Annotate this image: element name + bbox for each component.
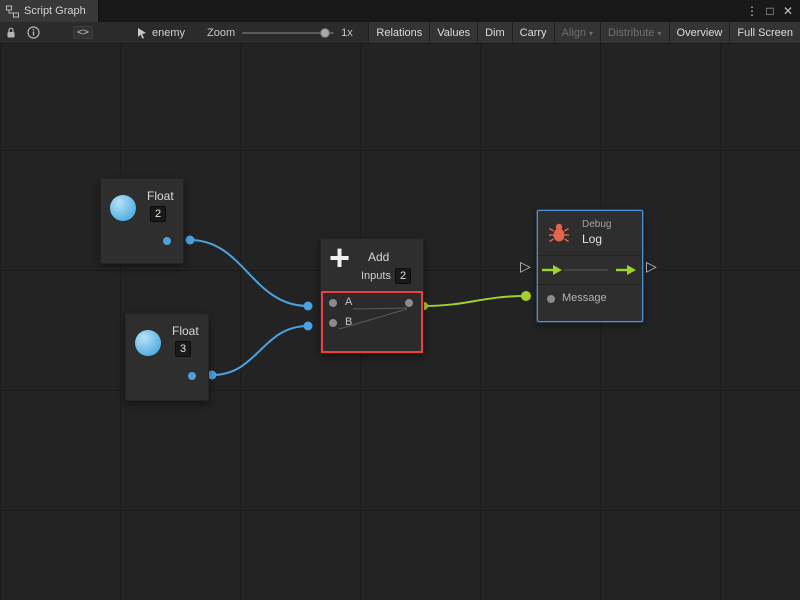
- close-icon[interactable]: ✕: [780, 4, 796, 18]
- add-input-b-port[interactable]: [329, 319, 337, 327]
- align-button-label: Align: [562, 27, 586, 39]
- debug-node-header: Debug Log: [538, 211, 642, 255]
- graph-canvas[interactable]: Float 2 Float 3 + Add Inputs 2 A: [0, 44, 800, 600]
- message-input-port[interactable]: [547, 295, 555, 303]
- flow-output-stub-icon[interactable]: ▷: [646, 258, 657, 274]
- chevron-down-icon: ▾: [589, 29, 593, 38]
- inputs-label: Inputs: [361, 270, 391, 282]
- carry-button-label: Carry: [520, 27, 547, 39]
- distribute-button-label: Distribute: [608, 27, 654, 39]
- zoom-slider-knob[interactable]: [320, 28, 330, 38]
- flow-input-port: [542, 265, 562, 275]
- port-row-a: A: [323, 293, 421, 313]
- lock-icon[interactable]: [0, 22, 22, 43]
- values-button-label: Values: [437, 27, 470, 39]
- fullscreen-button[interactable]: Full Screen: [729, 22, 800, 43]
- debug-log-node[interactable]: Debug Log Message: [537, 210, 643, 322]
- overview-button-label: Overview: [677, 27, 723, 39]
- wire-endpoint-dot: [304, 302, 313, 311]
- tab-title: Script Graph: [24, 5, 86, 17]
- float-output-port[interactable]: [188, 372, 196, 380]
- code-view-icon[interactable]: <>: [72, 22, 94, 43]
- window-controls: ⋮ □ ✕: [744, 0, 800, 22]
- wire-float2-to-add-a[interactable]: [190, 240, 308, 306]
- float-type-icon: [135, 330, 161, 356]
- carry-button[interactable]: Carry: [512, 22, 554, 43]
- port-row-b: B: [323, 313, 421, 333]
- node-category: Debug: [582, 219, 611, 230]
- overview-button[interactable]: Overview: [669, 22, 730, 43]
- float-value-field[interactable]: 3: [175, 341, 191, 357]
- pointer-icon: [136, 27, 148, 39]
- maximize-icon[interactable]: □: [762, 4, 778, 18]
- dim-button-label: Dim: [485, 27, 505, 39]
- title-bar: Script Graph ⋮ □ ✕: [0, 0, 800, 22]
- add-node[interactable]: + Add Inputs 2 A B: [320, 238, 424, 354]
- port-b-label: B: [345, 316, 352, 328]
- zoom-slider[interactable]: [242, 26, 334, 40]
- flow-ports-row: [538, 255, 642, 285]
- zoom-value: 1x: [341, 27, 353, 39]
- node-title: Add: [368, 250, 389, 264]
- wire-endpoint-dot: [521, 291, 531, 301]
- message-port-row: Message: [538, 285, 642, 319]
- relations-button-label: Relations: [376, 27, 422, 39]
- plus-icon: +: [329, 237, 350, 279]
- node-title: Float: [147, 189, 174, 203]
- kebab-menu-icon[interactable]: ⋮: [744, 4, 760, 18]
- zoom-group: Zoom 1x: [207, 22, 353, 43]
- node-title: Float: [172, 324, 199, 338]
- flow-output-port: [616, 265, 636, 275]
- align-button[interactable]: Align ▾: [554, 22, 600, 43]
- values-button[interactable]: Values: [429, 22, 477, 43]
- toolbar-buttons: Relations Values Dim Carry Align ▾ Distr…: [368, 22, 800, 43]
- wire-add-to-log-message[interactable]: [424, 296, 526, 306]
- tab-script-graph[interactable]: Script Graph: [0, 0, 99, 22]
- bug-icon: [548, 222, 570, 247]
- relations-button[interactable]: Relations: [368, 22, 429, 43]
- float-node-2[interactable]: Float 3: [125, 313, 209, 401]
- zoom-label: Zoom: [207, 27, 235, 39]
- script-graph-icon: [6, 5, 19, 18]
- wire-endpoint-dot: [304, 322, 313, 331]
- add-output-port[interactable]: [405, 299, 413, 307]
- message-label: Message: [562, 292, 607, 304]
- info-icon[interactable]: [22, 22, 44, 43]
- port-a-label: A: [345, 296, 352, 308]
- float-type-icon: [110, 195, 136, 221]
- add-input-a-port[interactable]: [329, 299, 337, 307]
- distribute-button[interactable]: Distribute ▾: [600, 22, 668, 43]
- node-title: Log: [582, 232, 602, 246]
- float-node-1[interactable]: Float 2: [100, 178, 184, 264]
- float-output-port[interactable]: [163, 237, 171, 245]
- flow-input-stub-icon[interactable]: ▷: [520, 258, 531, 274]
- inputs-count-field[interactable]: 2: [395, 268, 411, 284]
- fullscreen-button-label: Full Screen: [737, 27, 793, 39]
- add-node-header: + Add Inputs 2: [321, 239, 423, 291]
- float-value-field[interactable]: 2: [150, 206, 166, 222]
- graph-name-label: enemy: [152, 27, 185, 39]
- dim-button[interactable]: Dim: [477, 22, 512, 43]
- toolbar: <> enemy Zoom 1x Relations Values Dim Ca…: [0, 22, 800, 44]
- add-ports-highlight: A B: [321, 291, 423, 353]
- chevron-down-icon: ▾: [658, 29, 662, 38]
- wire-endpoint-dot: [186, 236, 195, 245]
- wire-float3-to-add-b[interactable]: [212, 326, 308, 375]
- graph-reference[interactable]: enemy: [128, 22, 193, 43]
- flow-ports-graphic: [538, 256, 642, 284]
